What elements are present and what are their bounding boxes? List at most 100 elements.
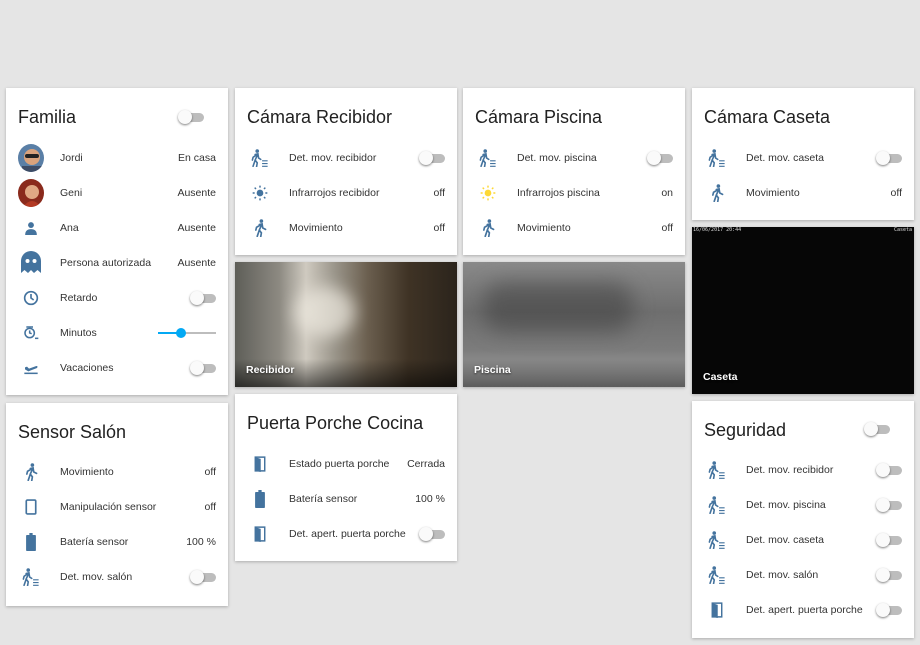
list-item-movimiento[interactable]: Movimiento off xyxy=(235,210,457,245)
clock-icon xyxy=(18,285,44,311)
list-item-det-mov-caseta[interactable]: Det. mov. caseta xyxy=(692,140,914,175)
list-item-vacaciones[interactable]: Vacaciones xyxy=(6,350,228,385)
row-label: Det. mov. caseta xyxy=(746,151,825,164)
row-label: Batería sensor xyxy=(60,535,129,548)
avatar-jordi xyxy=(18,143,44,172)
motion-detect-icon xyxy=(18,564,44,590)
door-icon xyxy=(247,451,273,477)
seg-det-mov-salon-toggle[interactable] xyxy=(876,567,902,582)
list-item-persona-autorizada[interactable]: Persona autorizada Ausente xyxy=(6,245,228,280)
list-item-movimiento[interactable]: Movimiento off xyxy=(463,210,685,245)
status-value: on xyxy=(661,186,673,199)
seg-det-apert-puerta-toggle[interactable] xyxy=(876,602,902,617)
person-icon xyxy=(18,215,44,241)
seguridad-group-toggle[interactable] xyxy=(864,422,890,436)
list-item-estado-puerta[interactable]: Estado puerta porche Cerrada xyxy=(235,446,457,481)
status-value: off xyxy=(661,221,673,234)
camara-caseta-title: Cámara Caseta xyxy=(704,107,831,127)
row-label: Movimiento xyxy=(746,186,800,199)
status-value: off xyxy=(433,186,445,199)
row-label: Det. apert. puerta porche xyxy=(289,527,406,540)
row-label: Batería sensor xyxy=(289,492,358,505)
door-icon xyxy=(247,521,273,547)
camara-piscina-title: Cámara Piscina xyxy=(475,107,603,127)
row-label: Persona autorizada xyxy=(60,256,152,269)
camera-feed-piscina[interactable]: Piscina xyxy=(463,262,685,387)
row-label: Det. mov. piscina xyxy=(746,498,826,511)
seg-det-mov-caseta-toggle[interactable] xyxy=(876,532,902,547)
retardo-toggle[interactable] xyxy=(190,290,216,305)
seg-det-mov-recibidor-toggle[interactable] xyxy=(876,462,902,477)
familia-card: Familia Jordi En casa Geni Ausente Ana A… xyxy=(6,88,228,395)
list-item-det-mov-caseta[interactable]: Det. mov. caseta xyxy=(692,522,914,557)
timer-icon xyxy=(18,320,44,346)
camera-caption: Caseta xyxy=(703,371,738,383)
avatar-geni xyxy=(18,178,44,207)
list-item-det-mov-piscina[interactable]: Det. mov. piscina xyxy=(692,487,914,522)
sensor-salon-card: Sensor Salón Movimiento off Manipulación… xyxy=(6,403,228,606)
camara-recibidor-card: Cámara Recibidor Det. mov. recibidor Inf… xyxy=(235,88,457,255)
det-apert-puerta-toggle[interactable] xyxy=(419,526,445,541)
list-item-det-mov-salon[interactable]: Det. mov. salón xyxy=(692,557,914,592)
walk-icon xyxy=(18,459,44,485)
puerta-porche-title: Puerta Porche Cocina xyxy=(247,413,424,433)
det-mov-recibidor-toggle[interactable] xyxy=(419,150,445,165)
seguridad-card: Seguridad Det. mov. recibidor Det. mov. … xyxy=(692,401,914,638)
motion-detect-icon xyxy=(475,145,501,171)
list-item-manipulacion[interactable]: Manipulación sensor off xyxy=(6,489,228,524)
airplane-icon xyxy=(18,355,44,381)
list-item-det-apert-puerta[interactable]: Det. apert. puerta porche xyxy=(692,592,914,627)
det-mov-salon-toggle[interactable] xyxy=(190,569,216,584)
motion-detect-icon xyxy=(704,145,730,171)
familia-group-toggle[interactable] xyxy=(178,110,204,124)
list-item-bateria[interactable]: Batería sensor 100 % xyxy=(6,524,228,559)
list-item-retardo[interactable]: Retardo xyxy=(6,280,228,315)
list-item-det-mov-recibidor[interactable]: Det. mov. recibidor xyxy=(235,140,457,175)
list-item-movimiento[interactable]: Movimiento off xyxy=(6,454,228,489)
puerta-porche-card: Puerta Porche Cocina Estado puerta porch… xyxy=(235,394,457,561)
minutos-slider[interactable] xyxy=(158,326,216,340)
row-label: Det. mov. recibidor xyxy=(289,151,377,164)
status-value: off xyxy=(204,465,216,478)
sensor-salon-title: Sensor Salón xyxy=(18,422,127,442)
list-item-det-mov-recibidor[interactable]: Det. mov. recibidor xyxy=(692,452,914,487)
list-item-infrarrojos[interactable]: Infrarrojos piscina on xyxy=(463,175,685,210)
status-value: Ausente xyxy=(177,186,216,199)
seg-det-mov-piscina-toggle[interactable] xyxy=(876,497,902,512)
list-item-det-mov-piscina[interactable]: Det. mov. piscina xyxy=(463,140,685,175)
row-label: Movimiento xyxy=(60,465,114,478)
list-item-det-apert-puerta[interactable]: Det. apert. puerta porche xyxy=(235,516,457,551)
camera-feed-caseta[interactable]: 16/06/2017 20:44 Caseta Caseta xyxy=(692,227,914,394)
det-mov-caseta-toggle[interactable] xyxy=(876,150,902,165)
familia-title: Familia xyxy=(18,107,77,127)
row-label: Retardo xyxy=(60,291,98,304)
list-item-bateria[interactable]: Batería sensor 100 % xyxy=(235,481,457,516)
ghost-icon xyxy=(18,250,44,276)
row-label: Movimiento xyxy=(517,221,571,234)
brightness-icon xyxy=(475,180,501,206)
status-value: 100 % xyxy=(415,492,445,505)
status-value: off xyxy=(890,186,902,199)
walk-icon xyxy=(247,215,273,241)
camera-feed-recibidor[interactable]: Recibidor xyxy=(235,262,457,387)
row-label: Infrarrojos piscina xyxy=(517,186,600,199)
motion-detect-icon xyxy=(704,457,730,483)
camara-recibidor-title: Cámara Recibidor xyxy=(247,107,393,127)
det-mov-piscina-toggle[interactable] xyxy=(647,150,673,165)
status-value: off xyxy=(204,500,216,513)
vacaciones-toggle[interactable] xyxy=(190,360,216,375)
camera-timestamp: 16/06/2017 20:44 xyxy=(693,227,742,233)
list-item-movimiento[interactable]: Movimiento off xyxy=(692,175,914,210)
list-item-jordi[interactable]: Jordi En casa xyxy=(6,140,228,175)
camara-piscina-card: Cámara Piscina Det. mov. piscina Infrarr… xyxy=(463,88,685,255)
list-item-geni[interactable]: Geni Ausente xyxy=(6,175,228,210)
list-item-det-mov-salon[interactable]: Det. mov. salón xyxy=(6,559,228,594)
motion-detect-icon xyxy=(704,562,730,588)
status-value: Ausente xyxy=(177,256,216,269)
list-item-ana[interactable]: Ana Ausente xyxy=(6,210,228,245)
list-item-infrarrojos[interactable]: Infrarrojos recibidor off xyxy=(235,175,457,210)
list-item-minutos[interactable]: Minutos xyxy=(6,315,228,350)
row-label: Estado puerta porche xyxy=(289,457,390,470)
row-label: Det. mov. salón xyxy=(746,568,819,581)
status-value: off xyxy=(433,221,445,234)
